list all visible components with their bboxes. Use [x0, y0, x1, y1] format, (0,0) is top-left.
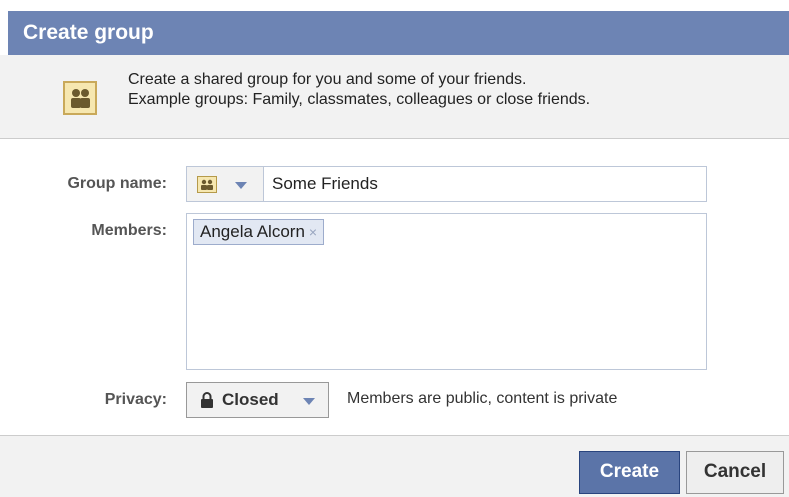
group-people-icon	[197, 176, 217, 193]
members-label: Members:	[91, 222, 167, 239]
intro-text: Create a shared group for you and some o…	[128, 70, 590, 110]
lock-icon	[201, 392, 213, 408]
privacy-value: Closed	[222, 390, 279, 409]
cancel-button[interactable]: Cancel	[686, 451, 784, 494]
group-name-label: Group name:	[67, 175, 167, 192]
member-token: Angela Alcorn ×	[193, 219, 325, 245]
privacy-description: Members are public, content is private	[347, 390, 618, 407]
intro-line-1: Create a shared group for you and some o…	[128, 71, 527, 88]
privacy-label: Privacy:	[104, 391, 167, 408]
group-icon-selector[interactable]	[186, 166, 264, 202]
member-name: Angela Alcorn	[200, 222, 305, 241]
intro-line-2: Example groups: Family, classmates, coll…	[128, 91, 591, 108]
dialog-title: Create group	[8, 11, 789, 55]
members-input[interactable]: Angela Alcorn ×	[186, 213, 707, 370]
privacy-dropdown[interactable]: Closed	[186, 382, 329, 418]
chevron-down-icon	[235, 182, 247, 189]
group-name-input[interactable]	[264, 166, 707, 202]
chevron-down-icon	[303, 398, 315, 405]
create-button[interactable]: Create	[579, 451, 680, 494]
group-people-icon	[63, 81, 97, 115]
create-group-dialog: Create group Create a shared group for y…	[0, 0, 789, 497]
remove-x-icon[interactable]: ×	[309, 224, 317, 240]
intro-section: Create a shared group for you and some o…	[0, 55, 789, 139]
